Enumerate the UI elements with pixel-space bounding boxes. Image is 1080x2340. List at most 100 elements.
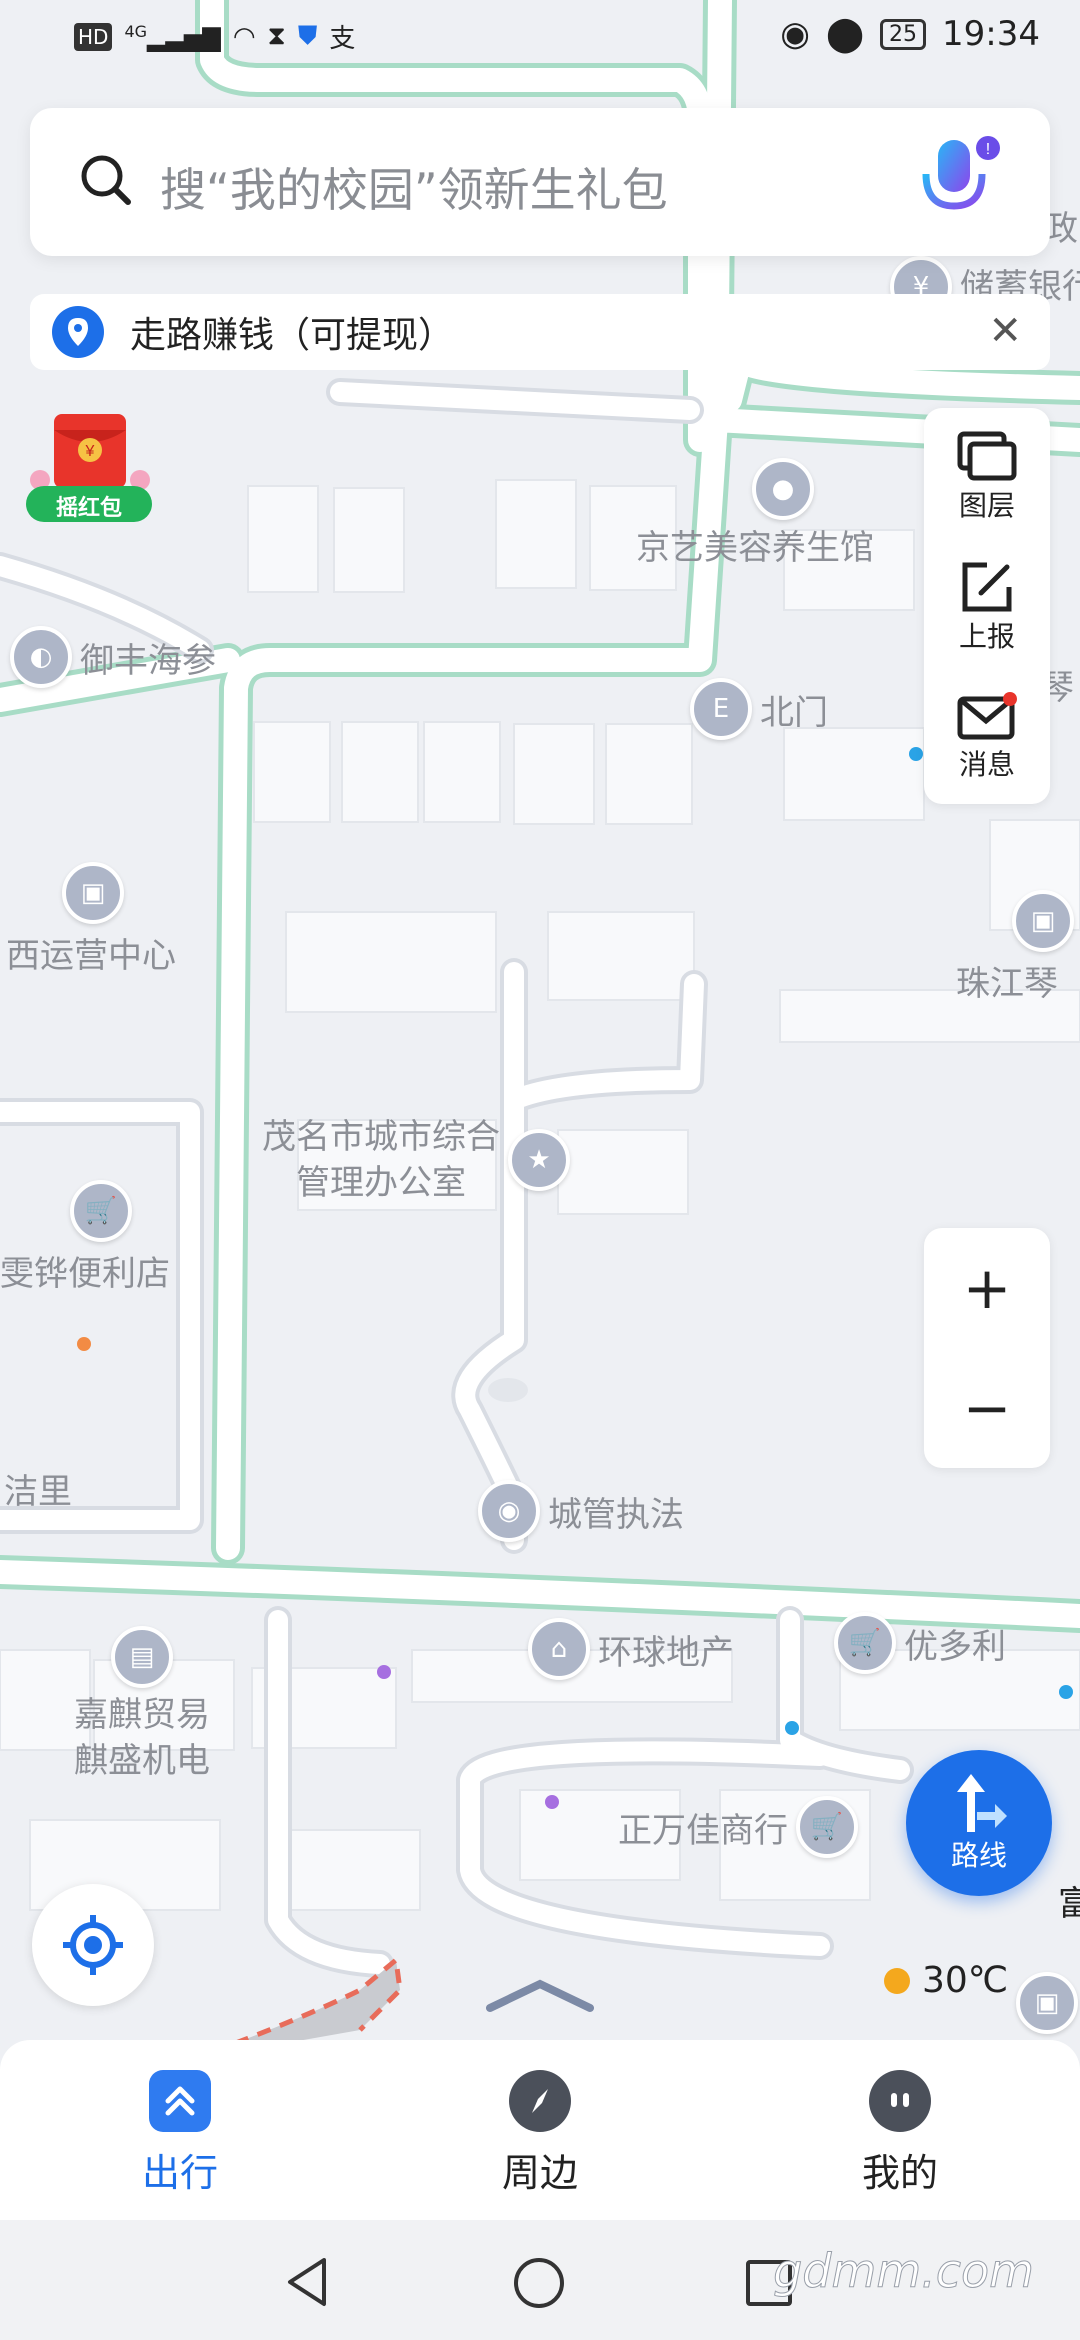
poi-north-gate-label: 北门 [760, 692, 828, 733]
red-packet-label: 摇红包 [55, 496, 122, 521]
poi-jingyi[interactable]: ● [752, 458, 814, 520]
route-arrow-icon [957, 1774, 1007, 1832]
search-placeholder: 搜“我的校园”领新生礼包 [160, 163, 668, 217]
crosshair-icon [63, 1915, 123, 1975]
svg-text:¥: ¥ [85, 443, 95, 460]
shop-bag-icon: ▣ [62, 862, 124, 924]
eye-icon: ◉ [780, 14, 810, 54]
alipay-icon: 支 [329, 24, 356, 54]
map-tools: 图层 上报 消息 [924, 408, 1050, 804]
tab-travel[interactable]: 出行 [70, 2070, 290, 2197]
tab-mine[interactable]: 我的 [790, 2070, 1010, 2197]
mail-icon [957, 692, 1017, 740]
gate-icon: E [690, 678, 752, 740]
hourglass-icon: ⧗ [267, 21, 286, 51]
network-type: 4G [124, 21, 148, 41]
back-icon[interactable] [284, 2256, 332, 2308]
beauty-icon: ● [752, 458, 814, 520]
poi-law-label: 城管执法 [548, 1494, 684, 1535]
bottom-tab-bar: 出行 周边 我的 [0, 2040, 1080, 2220]
poi-store-label: 雯铧便利店 [0, 1254, 170, 1294]
layers-label: 图层 [958, 489, 1015, 522]
tab-nearby[interactable]: 周边 [430, 2070, 650, 2197]
wifi-icon: ◠ [232, 21, 256, 52]
tab-nearby-label: 周边 [501, 2151, 578, 2195]
poi-law[interactable]: ◉ 城管执法 [478, 1480, 684, 1542]
poi-fu[interactable]: 富 [1058, 1876, 1080, 1925]
sun-icon [884, 1967, 910, 1994]
tab-mine-label: 我的 [861, 2151, 938, 2195]
poi-zhengwanjia[interactable]: 正万佳商行 🛒 [618, 1796, 858, 1858]
house-icon: ⌂ [528, 1618, 590, 1680]
watermark: gdmm.com [773, 2244, 1035, 2299]
zoom-control: + − [924, 1228, 1050, 1468]
poi-jingyi-label-wrap[interactable]: 京艺美容养生馆 [636, 520, 874, 569]
report-label: 上报 [958, 620, 1015, 653]
poi-chengguan-office-label: 茂名市城市综合 管理办公室 [262, 1117, 500, 1203]
tab-travel-label: 出行 [141, 2151, 218, 2195]
route-button[interactable]: 路线 [906, 1750, 1052, 1896]
poi-yufeng-label: 御丰海参 [80, 640, 216, 681]
poi-jieli-label: 洁里 [4, 1472, 72, 1512]
star-icon: ★ [508, 1129, 570, 1191]
weather-widget[interactable]: 30℃ [880, 1960, 1008, 2001]
temperature: 30℃ [922, 1960, 1009, 2001]
banner-text: 走路赚钱（可提现） [130, 315, 455, 356]
zoom-in-button[interactable]: + [924, 1228, 1050, 1348]
poi-chengguan-office[interactable]: 茂名市城市综合 管理办公室 ★ [262, 1114, 570, 1206]
compass-icon [509, 2070, 571, 2132]
building-icon: ▤ [111, 1626, 173, 1688]
double-chevron-up-icon [149, 2070, 211, 2132]
search-bar[interactable]: 搜“我的校园”领新生礼包 ! [30, 108, 1050, 256]
poi-youduoli-label: 优多利 [904, 1626, 1006, 1667]
location-pin-icon [52, 306, 104, 358]
cart-icon: 🛒 [796, 1796, 858, 1858]
shop-bag-icon: ▣ [1012, 890, 1074, 952]
profile-face-icon [869, 2070, 931, 2132]
report-button[interactable]: 上报 [924, 542, 1050, 672]
walk-earn-banner[interactable]: 走路赚钱（可提现） ✕ [30, 294, 1050, 370]
poi-fu-label: 富 [1058, 1884, 1080, 1924]
poi-huanqiu[interactable]: ⌂ 环球地产 [528, 1618, 734, 1680]
poi-store[interactable]: 🛒 雯铧便利店 [0, 1180, 170, 1295]
poi-xiyun[interactable]: ▣ 西运营中心 [6, 862, 176, 977]
poi-jiaqi-label: 嘉麒贸易 麒盛机电 [74, 1695, 210, 1781]
clock: 19:34 [942, 14, 1040, 54]
hd-badge: HD [74, 22, 113, 51]
messages-button[interactable]: 消息 [924, 672, 1050, 802]
poi-north-gate[interactable]: E 北门 [690, 678, 828, 740]
edit-icon [962, 562, 1012, 612]
red-packet-button[interactable]: ¥ 摇红包 [22, 410, 156, 526]
layers-icon [957, 431, 1017, 481]
poi-jingyi-label: 京艺美容养生馆 [636, 528, 874, 568]
poi-jieli[interactable]: 洁里 [4, 1464, 72, 1513]
status-right: ◉ ⬤ 25 19:34 [780, 14, 1040, 54]
poi-zhengwanjia-label: 正万佳商行 [618, 1810, 788, 1851]
svg-text:!: ! [986, 141, 990, 158]
poi-jiaqi[interactable]: ▤ 嘉麒贸易 麒盛机电 [74, 1626, 210, 1784]
cart-icon: 🛒 [834, 1612, 896, 1674]
zoom-out-button[interactable]: − [924, 1348, 1050, 1468]
shield-icon: ⛊ [297, 21, 318, 51]
poi-zhujiang[interactable]: ▣ 珠江琴 [956, 890, 1074, 1005]
layers-button[interactable]: 图层 [924, 412, 1050, 542]
poi-zhujiang-label: 珠江琴 [956, 964, 1058, 1004]
cart-icon: 🛒 [70, 1180, 132, 1242]
home-icon[interactable] [512, 2256, 566, 2310]
locate-button[interactable] [32, 1884, 154, 2006]
poi-yufeng[interactable]: ◐ 御丰海参 [10, 626, 216, 688]
police-icon: ◉ [478, 1480, 540, 1542]
poi-youduoli[interactable]: 🛒 优多利 [834, 1612, 1006, 1674]
poi-huanqiu-label: 环球地产 [598, 1632, 734, 1673]
battery-icon: 25 [880, 18, 927, 50]
microphone-icon[interactable]: ! [912, 134, 1002, 230]
messages-label: 消息 [958, 748, 1015, 781]
route-label: 路线 [950, 1839, 1007, 1872]
search-icon [81, 155, 131, 205]
location-icon: ⬤ [825, 14, 865, 54]
poi-bottom-right[interactable]: ▣ [1016, 1972, 1078, 2034]
poi-xiyun-label: 西运营中心 [6, 936, 176, 976]
shop-bag-icon: ▣ [1016, 1972, 1078, 2034]
status-left: HD 4G▂▃▅▇ ◠ ⧗ ⛊ 支 [74, 18, 355, 55]
close-icon[interactable]: ✕ [988, 308, 1022, 354]
